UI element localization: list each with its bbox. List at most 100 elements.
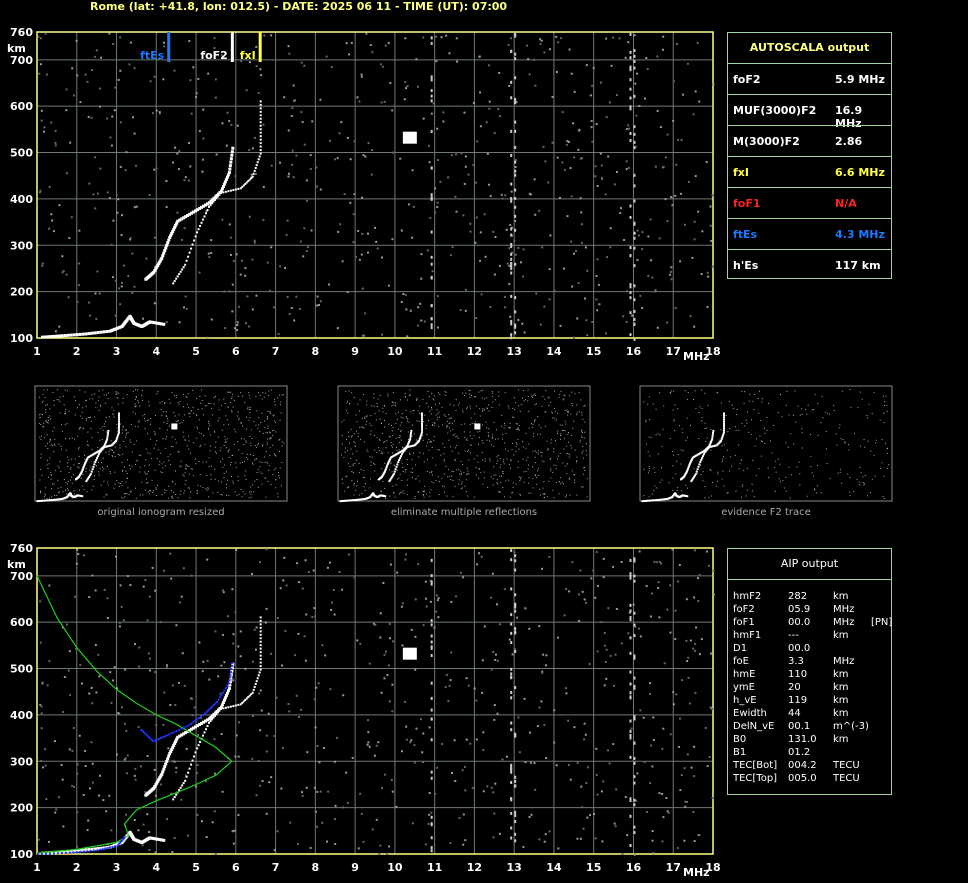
thumbnail-noise [520,403,522,405]
noise-dot [503,588,506,591]
noise-dot [698,653,701,656]
noise-dot [690,766,693,769]
aip-unit: TECU [833,760,860,771]
noise-dot [649,218,652,221]
thumbnail-noise [183,475,185,477]
thumbnail-noise [389,469,391,471]
thumbnail-noise [257,427,259,429]
noise-dot [514,219,517,222]
x-trace-point [215,197,218,200]
thumbnail-noise [467,451,469,453]
thumbnail-noise [817,403,819,405]
thumbnail-noise [430,440,432,442]
thumbnail-noise [493,474,495,476]
thumbnail-noise [220,494,222,496]
noise-dot [388,637,391,640]
noise-dot [633,140,636,144]
x-trace-point [216,195,219,198]
thumbnail-noise [237,480,239,482]
thumbnail-noise [184,468,186,470]
noise-dot [190,574,193,577]
thumbnail-noise [579,441,581,443]
thumbnail-noise [356,421,358,423]
noise-dot [442,120,445,123]
noise-dot [514,325,517,329]
thumbnail-noise [208,466,210,468]
thumbnail-noise [159,461,161,463]
noise-dot [235,548,238,551]
thumbnail-trace [395,465,398,468]
aip-e-trace-point [89,849,92,852]
thumbnail-noise [419,405,421,407]
thumbnail-noise [506,458,508,460]
noise-dot [514,649,517,653]
x-tick-label: 15 [586,345,601,358]
noise-dot [217,675,220,678]
thumbnail-noise [466,467,468,469]
thumbnail-noise [519,480,521,482]
noise-dot [148,657,151,660]
thumbnail-noise [41,435,43,437]
thumbnail-noise [498,404,500,406]
thumbnail-noise [155,488,157,490]
thumbnail-noise [557,432,559,434]
noise-dot [590,126,593,129]
noise-dot [88,787,91,790]
noise-dot [602,780,605,783]
thumbnail-noise [244,475,246,477]
thumbnail-noise [433,399,435,401]
thumbnail-trace [90,470,93,473]
thumbnail-noise [209,450,211,452]
x-trace-point [259,623,262,626]
thumbnail-noise [66,390,68,392]
aip-value: 004.2 [788,760,817,771]
noise-dot [50,121,53,124]
x-trace-point [259,637,262,640]
thumbnail-noise [711,495,713,497]
thumbnail-noise [465,491,467,493]
noise-dot [479,259,482,262]
noise-dot [119,121,122,124]
thumbnail-noise [122,425,124,427]
thumbnail-trace [695,470,698,473]
thumbnail-noise [44,494,46,496]
thumbnail-noise [402,467,404,469]
o-trace-point [160,772,164,776]
thumbnail-noise [139,471,141,473]
thumbnail-noise [542,493,544,495]
noise-dot [505,228,508,231]
thumbnail-noise [96,465,98,467]
thumbnail-noise [498,391,500,393]
noise-dot [633,322,636,326]
thumbnail-noise [418,420,420,422]
thumbnail-noise [486,427,488,429]
thumbnail-noise [248,408,250,410]
thumbnail-noise [190,468,192,470]
thumbnail-noise [370,461,372,463]
thumbnail-noise [274,420,276,422]
thumbnail-noise [52,483,54,485]
thumbnail-noise [746,411,748,413]
thumbnail-noise [559,435,561,437]
noise-dot [694,691,697,694]
thumbnail-noise [280,412,282,414]
noise-dot [54,811,57,814]
thumbnail-noise [352,453,354,455]
thumbnail-noise [510,459,512,461]
noise-dot [654,290,657,293]
thumbnail-noise [460,474,462,476]
thumbnail-noise [200,402,202,404]
thumbnail-trace [421,418,424,421]
thumbnail-noise [475,474,477,476]
thumbnail-noise [366,415,368,417]
thumbnail-noise [261,398,263,400]
thumbnail-noise [382,411,384,413]
thumbnail-noise [584,466,586,468]
thumbnail-noise [455,410,457,412]
thumbnail-noise [40,424,42,426]
noise-dot [709,205,712,208]
autoscala-row: M(3000)F2 2.86 [728,125,891,157]
thumbnail-noise [519,410,521,412]
thumbnail-noise [717,471,719,473]
thumbnail-noise [502,438,504,440]
